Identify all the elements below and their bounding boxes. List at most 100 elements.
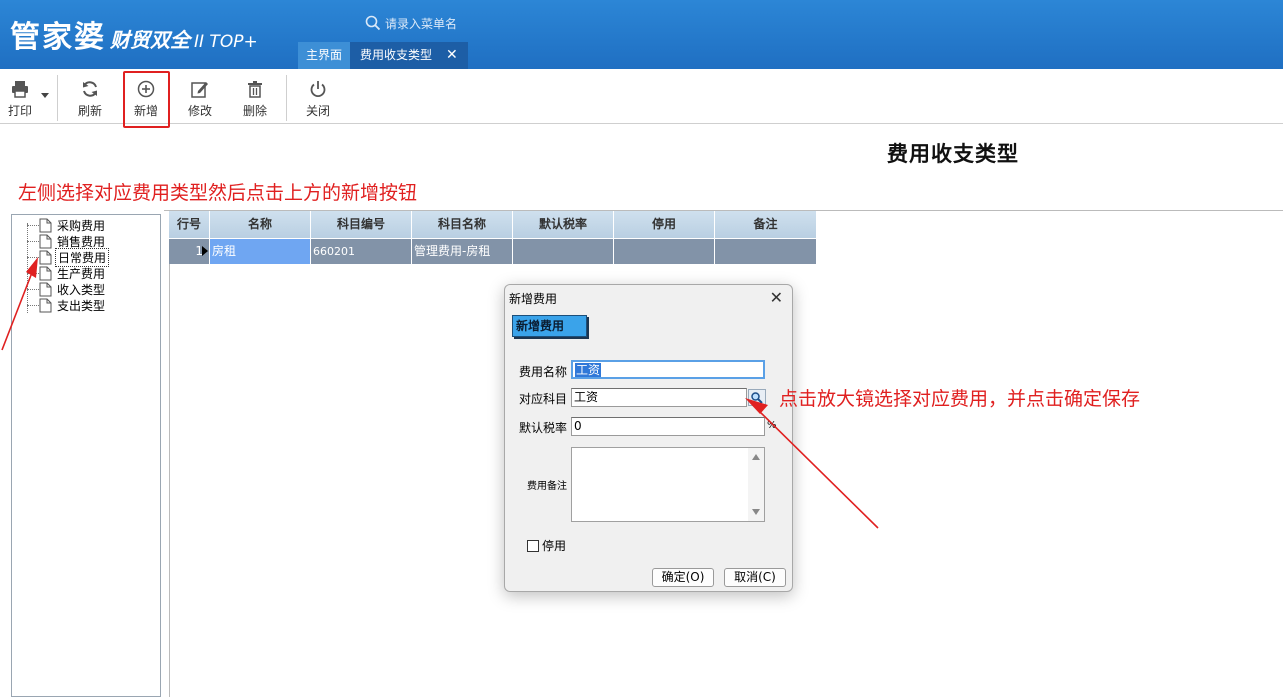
trash-icon xyxy=(248,81,262,98)
header-tax[interactable]: 默认税率 xyxy=(513,211,614,238)
toolbar: 打印 刷新 新增 修改 删除 关闭 xyxy=(0,69,1283,124)
refresh-icon xyxy=(83,81,97,97)
tree-connector xyxy=(27,256,39,258)
grid-header: 行号 名称 科目编号 科目名称 默认税率 停用 备注 xyxy=(169,211,817,238)
tree-item-label: 支出类型 xyxy=(57,298,106,313)
edit-button[interactable]: 修改 xyxy=(178,75,222,123)
tree-item-purchase[interactable]: 采购费用 xyxy=(27,217,107,233)
cell-subject[interactable]: 管理费用-房租 xyxy=(412,239,513,264)
tab-bar: 主界面 费用收支类型 ✕ xyxy=(298,42,468,69)
document-icon xyxy=(39,298,52,312)
header-row-no[interactable]: 行号 xyxy=(169,211,210,238)
logo-version: II TOP+ xyxy=(194,32,258,52)
annotation-right: 点击放大镜选择对应费用，并点击确定保存 xyxy=(779,388,1141,410)
print-button[interactable]: 打印 xyxy=(0,75,42,123)
subject-input[interactable]: 工资 xyxy=(571,388,747,407)
cell-tax[interactable] xyxy=(513,239,614,264)
document-icon xyxy=(39,234,52,248)
disabled-label: 停用 xyxy=(542,539,567,553)
app-window: 管家婆 财贸双全 II TOP+ 请录入菜单名 主界面 费用收支类型 ✕ 打印 刷新… xyxy=(0,0,1283,697)
remark-label: 费用备注 xyxy=(527,481,567,492)
dialog-badge: 新增费用 xyxy=(512,315,587,337)
tree-item-production[interactable]: 生产费用 xyxy=(27,265,107,281)
close-button[interactable]: 关闭 xyxy=(296,75,340,123)
close-label: 关闭 xyxy=(305,104,330,118)
name-value: 工资 xyxy=(575,363,602,377)
percent-unit: % xyxy=(767,420,777,431)
tree-connector xyxy=(27,240,39,242)
header-disabled[interactable]: 停用 xyxy=(614,211,715,238)
toolbar-divider xyxy=(57,75,58,121)
subject-lookup-button[interactable] xyxy=(748,389,766,406)
logo: 管家婆 财贸双全 II TOP+ xyxy=(10,12,258,56)
close-icon[interactable]: ✕ xyxy=(446,42,458,69)
delete-label: 删除 xyxy=(242,104,267,118)
tree-item-label: 收入类型 xyxy=(57,282,106,297)
print-dropdown-chevron-down-icon[interactable] xyxy=(41,93,49,98)
expense-grid: 行号 名称 科目编号 科目名称 默认税率 停用 备注 1 房租 660201 管… xyxy=(169,211,817,264)
table-row[interactable]: 1 房租 660201 管理费用-房租 xyxy=(169,238,817,264)
toolbar-divider xyxy=(286,75,287,121)
document-icon xyxy=(39,218,52,232)
subject-value: 工资 xyxy=(574,390,599,404)
refresh-label: 刷新 xyxy=(77,104,102,118)
annotation-left: 左侧选择对应费用类型然后点击上方的新增按钮 xyxy=(18,182,418,204)
add-button-highlight xyxy=(123,71,170,128)
app-header: 管家婆 财贸双全 II TOP+ 请录入菜单名 主界面 费用收支类型 ✕ xyxy=(0,0,1283,69)
tree-item-label: 生产费用 xyxy=(57,266,106,281)
remark-scrollbar[interactable] xyxy=(748,448,764,521)
document-icon xyxy=(39,266,52,280)
dialog-title: 新增费用 xyxy=(509,292,558,306)
subject-label: 对应科目 xyxy=(518,392,567,406)
tree-connector xyxy=(27,272,39,274)
edit-label: 修改 xyxy=(187,104,212,118)
tree-item-daily[interactable]: 日常费用 xyxy=(27,247,110,267)
tab-expense-types[interactable]: 费用收支类型 ✕ xyxy=(350,42,468,69)
header-remark[interactable]: 备注 xyxy=(715,211,817,238)
cell-code[interactable]: 660201 xyxy=(311,239,412,264)
cell-name[interactable]: 房租 xyxy=(210,239,311,264)
print-label: 打印 xyxy=(7,104,32,118)
header-code[interactable]: 科目编号 xyxy=(311,211,412,238)
tax-value: 0 xyxy=(574,419,582,433)
cell-disabled[interactable] xyxy=(614,239,715,264)
magnifier-icon xyxy=(751,392,763,404)
add-expense-dialog: 新增费用 ✕ 新增费用 费用名称 工资 对应科目 工资 默认税率 0 % 费用备… xyxy=(504,284,793,592)
close-icon[interactable]: ✕ xyxy=(770,288,783,307)
document-icon xyxy=(39,250,52,264)
tab-label: 费用收支类型 xyxy=(360,48,433,62)
header-subject[interactable]: 科目名称 xyxy=(412,211,513,238)
tree-item-label: 采购费用 xyxy=(57,218,106,233)
document-icon xyxy=(39,282,52,296)
scroll-up-icon[interactable] xyxy=(752,454,760,460)
logo-sub: 财贸双全 xyxy=(110,28,190,52)
expense-name-input[interactable]: 工资 xyxy=(571,360,765,379)
tree-connector xyxy=(27,224,39,226)
tree-item-income[interactable]: 收入类型 xyxy=(27,281,107,297)
header-name[interactable]: 名称 xyxy=(210,211,311,238)
ok-button[interactable]: 确定(O) xyxy=(652,568,714,587)
cancel-button[interactable]: 取消(C) xyxy=(724,568,786,587)
tree-connector xyxy=(27,304,39,306)
tab-home[interactable]: 主界面 xyxy=(298,42,351,69)
disabled-checkbox[interactable]: 停用 xyxy=(527,537,566,554)
category-tree: 采购费用 销售费用 日常费用 生产费用 收入类型 支出类型 xyxy=(11,214,161,697)
page-title: 费用收支类型 xyxy=(887,141,1019,166)
remark-textarea[interactable] xyxy=(571,447,765,522)
printer-icon xyxy=(12,81,28,98)
logo-main: 管家婆 xyxy=(10,20,106,55)
menu-search[interactable]: 请录入菜单名 xyxy=(365,12,495,34)
scroll-down-icon[interactable] xyxy=(752,509,760,515)
tax-input[interactable]: 0 xyxy=(571,417,765,436)
edit-icon xyxy=(191,82,208,98)
power-icon xyxy=(310,81,326,98)
delete-button[interactable]: 删除 xyxy=(233,75,277,123)
name-label: 费用名称 xyxy=(518,365,567,379)
tree-item-expense[interactable]: 支出类型 xyxy=(27,297,107,313)
refresh-button[interactable]: 刷新 xyxy=(68,75,112,123)
cell-remark[interactable] xyxy=(715,239,817,264)
search-icon xyxy=(365,15,381,31)
grid-border xyxy=(169,264,170,697)
tree-connector xyxy=(27,288,39,290)
checkbox-box[interactable] xyxy=(527,539,539,552)
